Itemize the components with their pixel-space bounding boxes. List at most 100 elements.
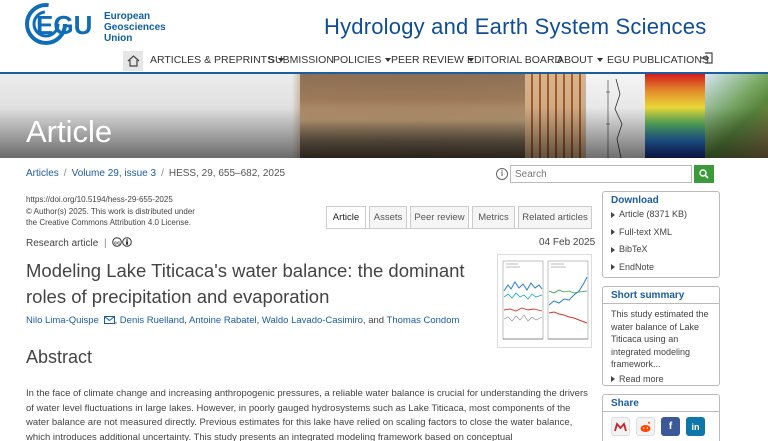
nav-submission[interactable]: SUBMISSION	[268, 54, 334, 66]
download-bibtex[interactable]: BibTeX	[611, 241, 711, 259]
search-info-icon[interactable]: i	[496, 168, 508, 180]
download-heading: Download	[611, 195, 659, 206]
caret-right-icon	[611, 264, 615, 271]
author-link[interactable]: Waldo Lavado-Casimiro	[262, 315, 363, 326]
copyright-text: © Author(s) 2025. This work is distribut…	[26, 206, 195, 216]
logo-wordmark: European Geosciences Union	[104, 11, 166, 44]
publication-date: 04 Feb 2025	[539, 237, 596, 248]
banner-overlay	[0, 74, 768, 158]
nav-label: EGU PUBLICATIONS	[607, 54, 709, 66]
facebook-icon[interactable]: f	[661, 417, 680, 436]
breadcrumb-citation: HESS, 29, 655–682, 2025	[168, 168, 286, 179]
nav-editorial-board[interactable]: EDITORIAL BOARD	[467, 54, 562, 66]
download-label: Full-text XML	[619, 226, 673, 237]
author-link[interactable]: Nilo Lima-Quispe	[26, 315, 99, 326]
download-box: Download Article (8371 KB) Full-text XML…	[602, 191, 720, 278]
site-header: EGU European Geosciences Union Hydrology…	[0, 0, 768, 48]
download-label: Article (8371 KB)	[619, 209, 688, 219]
page-banner: Article	[0, 74, 768, 158]
breadcrumb-separator: /	[161, 168, 164, 179]
nav-label: EDITORIAL BOARD	[467, 54, 563, 66]
breadcrumb-volume[interactable]: Volume 29, issue 3	[72, 168, 157, 179]
share-box: Share f in	[602, 394, 720, 441]
linkedin-icon[interactable]: in	[686, 417, 705, 436]
nav-label: POLICIES	[333, 54, 382, 66]
nav-label: PEER REVIEW	[391, 54, 464, 66]
read-more-link[interactable]: Read more	[603, 371, 719, 389]
search-button[interactable]	[694, 165, 714, 183]
svg-text:cc: cc	[115, 240, 121, 246]
author-separator: , and	[362, 315, 387, 326]
reddit-glyph	[640, 421, 651, 432]
license-text[interactable]: the Creative Commons Attribution 4.0 Lic…	[26, 217, 226, 229]
short-summary-heading: Short summary	[603, 287, 719, 304]
download-article-pdf[interactable]: Article (8371 KB)	[611, 206, 711, 224]
download-fulltext-xml[interactable]: Full-text XML	[611, 224, 711, 242]
short-summary-text: This study estimated the water balance o…	[611, 309, 709, 369]
download-endnote[interactable]: EndNote	[611, 259, 711, 277]
tab-article[interactable]: Article	[326, 206, 366, 228]
logo-line-2: Geosciences	[104, 22, 166, 33]
author-link[interactable]: Denis Ruelland	[120, 315, 184, 326]
article-meta: https://doi.org/10.5194/hess-29-655-2025…	[26, 194, 226, 229]
email-icon[interactable]	[103, 316, 115, 324]
breadcrumb-separator: /	[63, 168, 67, 179]
login-button[interactable]	[700, 52, 714, 67]
logo-line-3: Union	[104, 33, 133, 44]
caret-right-icon	[611, 376, 615, 383]
share-heading: Share	[603, 395, 719, 412]
tab-assets[interactable]: Assets	[369, 206, 407, 228]
mendeley-icon[interactable]	[611, 417, 630, 436]
share-icons: f in	[603, 412, 719, 441]
article-title: Modeling Lake Titicaca's water balance: …	[26, 260, 465, 307]
banner-title: Article	[26, 114, 113, 149]
nav-peer-review[interactable]: PEER REVIEW	[391, 54, 474, 66]
logo-line-1: European	[104, 11, 151, 22]
cc-by-icon[interactable]: cc	[112, 237, 134, 247]
tab-peer-review[interactable]: Peer review	[410, 206, 469, 228]
doi-link[interactable]: https://doi.org/10.5194/hess-29-655-2025	[26, 194, 226, 206]
article-type: Research article | cc	[26, 237, 134, 249]
nav-about[interactable]: ABOUT	[557, 54, 604, 66]
figure-graphic	[502, 260, 589, 340]
nav-policies[interactable]: POLICIES	[333, 54, 392, 66]
mendeley-glyph	[614, 421, 627, 431]
login-icon	[701, 52, 713, 64]
author-list: Nilo Lima-Quispe , Denis Ruelland, Antoi…	[26, 315, 496, 326]
tab-metrics[interactable]: Metrics	[472, 206, 515, 228]
short-summary-box: Short summary This study estimated the w…	[602, 286, 720, 386]
nav-label: ARTICLES & PREPRINTS	[150, 54, 275, 66]
search-icon	[699, 169, 709, 179]
tabs-divider	[326, 228, 592, 229]
journal-title[interactable]: Hydrology and Earth System Sciences	[324, 14, 706, 40]
home-icon	[127, 55, 139, 67]
download-label: EndNote	[619, 261, 655, 272]
caret-right-icon	[611, 246, 615, 253]
nav-egu-publications[interactable]: EGU PUBLICATIONS	[607, 54, 709, 66]
abstract-text: In the face of climate change and increa…	[26, 388, 588, 441]
logo-letters: EGU	[36, 10, 92, 40]
article-type-separator: |	[104, 238, 107, 249]
chevron-down-icon	[597, 58, 604, 63]
reddit-icon[interactable]	[636, 417, 655, 436]
download-list: Article (8371 KB) Full-text XML BibTeX E…	[603, 206, 719, 280]
breadcrumb: Articles / Volume 29, issue 3 / HESS, 29, 65…	[26, 168, 285, 179]
egu-logo[interactable]: EGU European Geosciences Union	[24, 2, 174, 48]
article-type-label: Research article	[26, 238, 99, 249]
read-more-label: Read more	[619, 373, 664, 384]
breadcrumb-articles[interactable]: Articles	[26, 168, 59, 179]
home-button[interactable]	[123, 51, 143, 71]
graphical-abstract-thumbnail[interactable]	[497, 254, 592, 348]
author-link[interactable]: Thomas Condom	[387, 315, 460, 326]
abstract-heading: Abstract	[26, 347, 93, 367]
caret-right-icon	[611, 229, 615, 236]
nav-label: SUBMISSION	[268, 54, 334, 66]
author-link[interactable]: Antoine Rabatel	[189, 315, 257, 326]
nav-label: ABOUT	[557, 54, 594, 66]
main-nav: ARTICLES & PREPRINTS SUBMISSION POLICIES…	[0, 48, 768, 74]
caret-right-icon	[611, 211, 615, 218]
download-label: BibTeX	[619, 244, 648, 254]
nav-articles-preprints[interactable]: ARTICLES & PREPRINTS	[150, 54, 285, 66]
tab-related-articles[interactable]: Related articles	[518, 206, 592, 228]
search-input[interactable]	[510, 165, 692, 183]
